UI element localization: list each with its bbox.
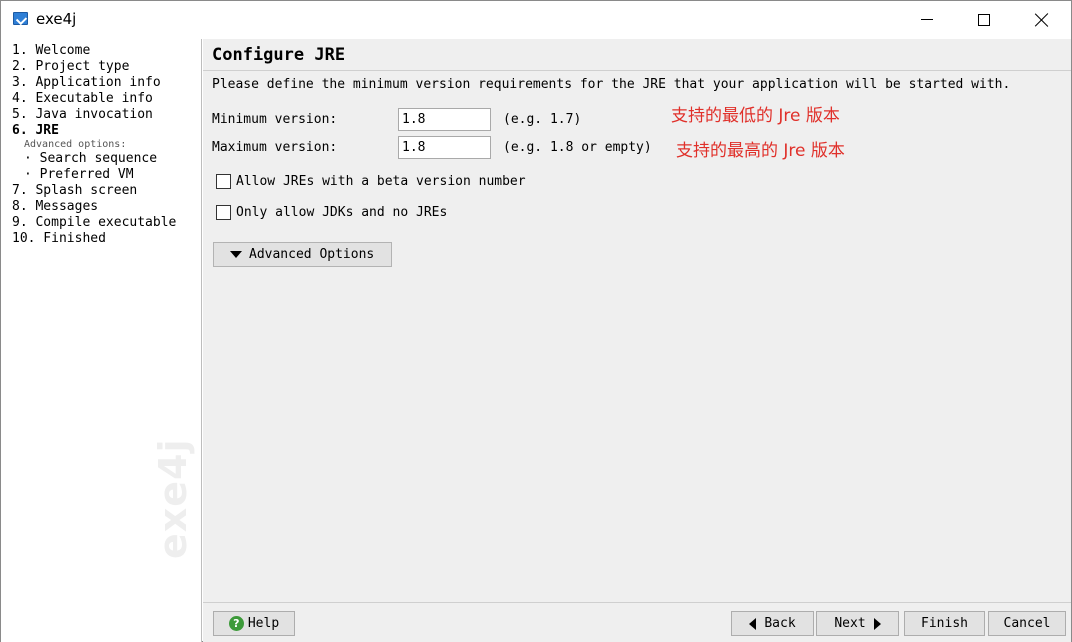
sidebar-advanced-options-title: Advanced options:: [24, 139, 127, 150]
allow-beta-jre-checkbox[interactable]: [216, 174, 231, 189]
minimize-button[interactable]: [898, 1, 956, 38]
help-label: Help: [247, 616, 280, 631]
arrow-right-icon: [873, 617, 881, 630]
advanced-options-label: Advanced Options: [249, 247, 375, 262]
cancel-label: Cancel: [1003, 616, 1051, 631]
minimize-icon: [921, 19, 933, 20]
maximum-version-label: Maximum version:: [212, 140, 338, 155]
back-button[interactable]: Back: [731, 611, 814, 636]
sidebar-item-preferred-vm[interactable]: · Preferred VM: [12, 167, 201, 183]
footer-divider: [203, 602, 1071, 603]
minimum-version-hint: (e.g. 1.7): [503, 112, 582, 127]
advanced-options-button[interactable]: Advanced Options: [213, 242, 392, 267]
maximum-version-hint: (e.g. 1.8 or empty): [503, 140, 652, 155]
window-title: exe4j: [36, 10, 77, 28]
annotation-min-version: 支持的最低的 Jre 版本: [671, 106, 840, 126]
finish-label: Finish: [921, 616, 968, 631]
sidebar-item-application-info[interactable]: 3. Application info: [12, 75, 201, 91]
app-icon: [13, 12, 28, 25]
sidebar-item-java-invocation[interactable]: 5. Java invocation: [12, 107, 201, 123]
only-jdk-checkbox[interactable]: [216, 205, 231, 220]
annotation-max-version: 支持的最高的 Jre 版本: [676, 141, 845, 161]
sidebar-item-splash-screen[interactable]: 7. Splash screen: [12, 183, 201, 199]
cancel-button[interactable]: Cancel: [988, 611, 1066, 636]
finish-button[interactable]: Finish: [904, 611, 985, 636]
minimum-version-label: Minimum version:: [212, 112, 338, 127]
allow-beta-jre-label: Allow JREs with a beta version number: [236, 174, 526, 189]
sidebar-item-compile-executable[interactable]: 9. Compile executable: [12, 215, 201, 231]
main-panel: Configure JRE Please define the minimum …: [203, 39, 1071, 642]
next-button[interactable]: Next: [816, 611, 899, 636]
triangle-down-icon: [230, 251, 242, 258]
page-title: Configure JRE: [212, 45, 346, 65]
sidebar-item-welcome[interactable]: 1. Welcome: [12, 43, 201, 59]
page-header: Configure JRE: [203, 39, 1071, 71]
sidebar-item-project-type[interactable]: 2. Project type: [12, 59, 201, 75]
sidebar-item-executable-info[interactable]: 4. Executable info: [12, 91, 201, 107]
wizard-steps-sidebar: 1. Welcome 2. Project type 3. Applicatio…: [1, 39, 202, 642]
close-icon: [1035, 13, 1049, 27]
sidebar-item-search-sequence[interactable]: · Search sequence: [12, 151, 201, 167]
minimum-version-input[interactable]: 1.8: [398, 108, 491, 131]
sidebar-item-jre[interactable]: 6. JRE: [12, 123, 201, 139]
help-button[interactable]: ? Help: [213, 611, 295, 636]
sidebar-item-messages[interactable]: 8. Messages: [12, 199, 201, 215]
back-label: Back: [764, 616, 796, 631]
title-bar: exe4j: [1, 1, 1071, 38]
sidebar-item-finished[interactable]: 10. Finished: [12, 231, 201, 247]
close-button[interactable]: [1013, 1, 1071, 38]
allow-beta-jre-checkbox-row[interactable]: Allow JREs with a beta version number: [216, 174, 526, 189]
help-icon: ?: [228, 616, 244, 631]
maximize-icon: [978, 13, 990, 26]
only-jdk-label: Only allow JDKs and no JREs: [236, 205, 448, 220]
maximize-button[interactable]: [955, 1, 1013, 38]
arrow-left-icon: [749, 617, 757, 630]
page-description: Please define the minimum version requir…: [212, 77, 1011, 92]
next-label: Next: [834, 616, 866, 631]
exe4j-watermark: exe4j: [151, 438, 195, 559]
only-jdk-checkbox-row[interactable]: Only allow JDKs and no JREs: [216, 205, 447, 220]
maximum-version-input[interactable]: 1.8: [398, 136, 491, 159]
